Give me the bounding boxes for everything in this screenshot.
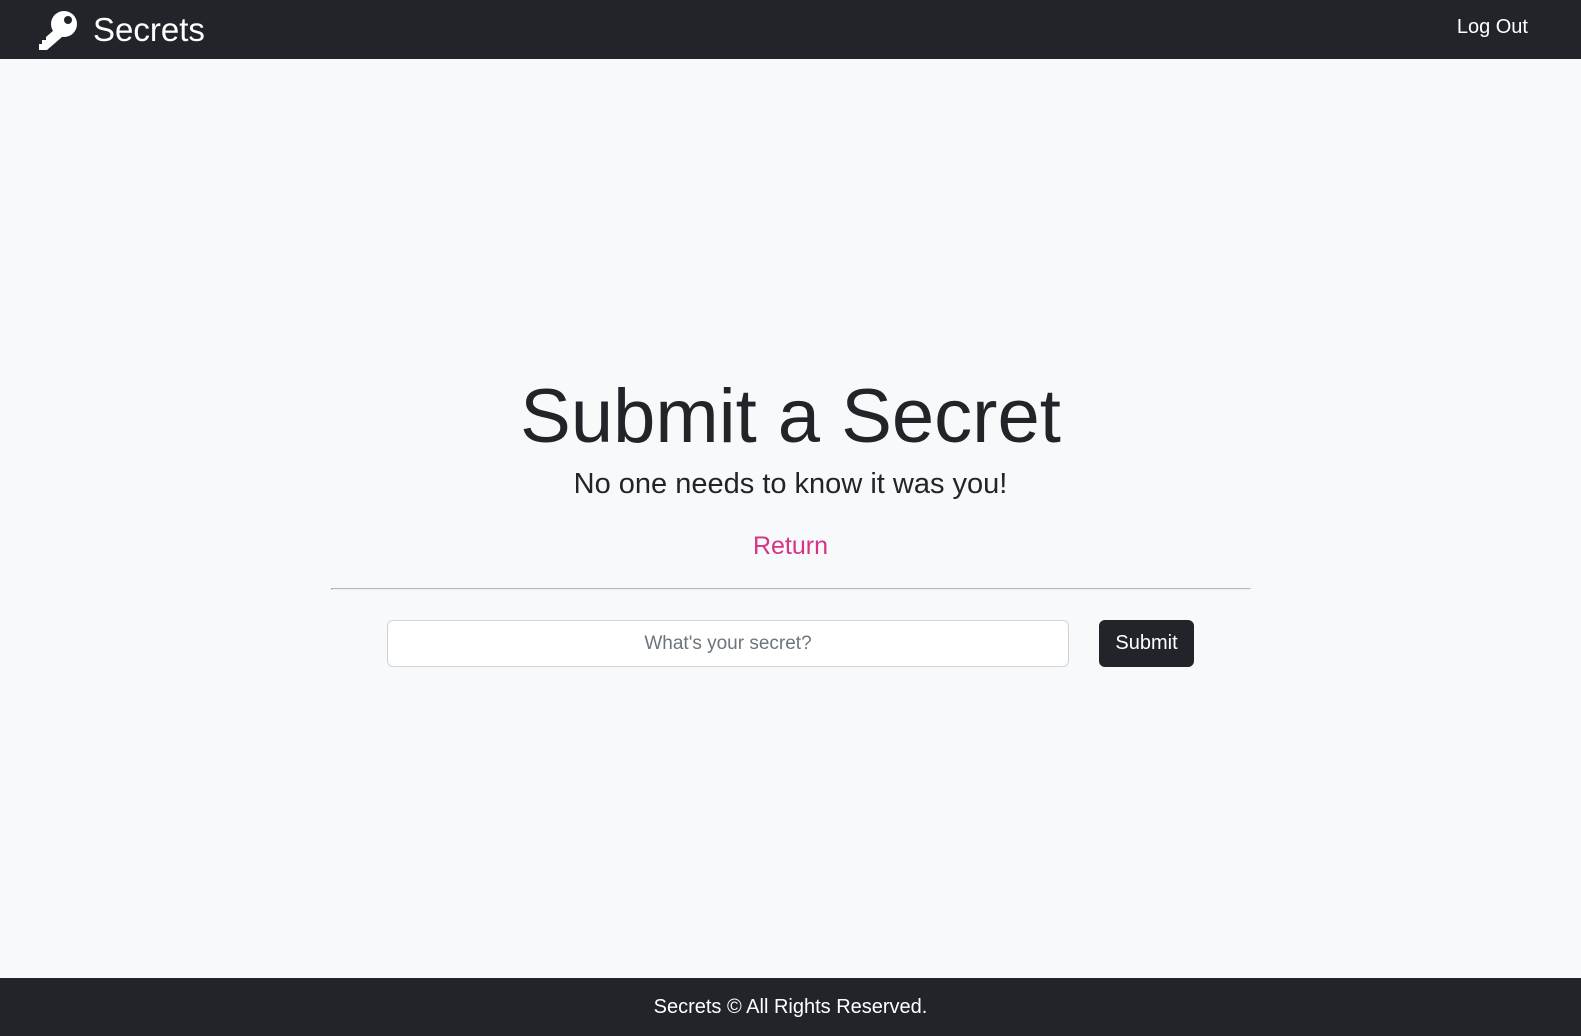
secret-form: Submit [387,620,1195,667]
logout-link[interactable]: Log Out [1457,16,1528,39]
footer-copyright: Secrets © All Rights Reserved. [653,995,928,1018]
brand-title: Secrets [93,11,205,48]
main-content: Submit a Secret No one needs to know it … [0,59,1581,978]
return-link[interactable]: Return [753,532,828,560]
brand-link[interactable]: Secrets [37,10,205,50]
footer: Secrets © All Rights Reserved. [0,978,1581,1036]
secret-input[interactable] [387,620,1069,667]
key-icon [37,10,79,50]
submit-button[interactable]: Submit [1099,620,1194,667]
divider [331,588,1251,590]
page-title: Submit a Secret [520,374,1061,459]
page-subtitle: No one needs to know it was you! [573,468,1008,500]
navbar: Secrets Log Out [0,0,1581,59]
page: Secrets Log Out Submit a Secret No one n… [0,0,1581,1036]
return-link-row: Return [0,531,1581,561]
